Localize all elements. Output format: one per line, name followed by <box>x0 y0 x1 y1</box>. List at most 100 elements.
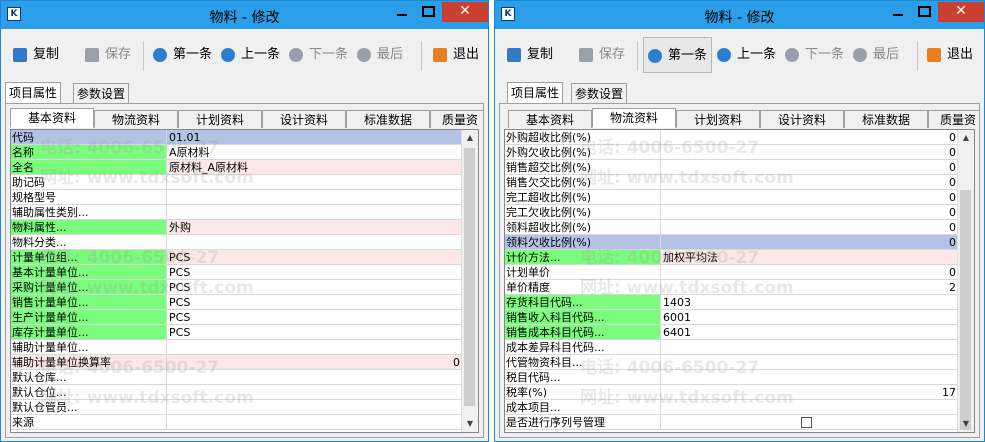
maximize-button[interactable] <box>415 2 441 22</box>
vertical-scrollbar[interactable]: ▲ ▼ <box>957 130 974 432</box>
property-value[interactable]: PCS <box>167 295 462 310</box>
property-value[interactable] <box>661 400 958 415</box>
property-value[interactable]: 加权平均法 <box>661 250 958 265</box>
tab-logistics-info[interactable]: 物流资料 <box>94 110 178 128</box>
exit-button[interactable]: 退出 <box>927 37 973 73</box>
property-row[interactable]: 来源 <box>11 415 462 430</box>
property-row[interactable]: 成本差异科目代码... <box>505 340 958 355</box>
tab-parameter-settings[interactable]: 参数设置 <box>73 83 130 103</box>
property-row[interactable]: 默认仓位... <box>11 385 462 400</box>
property-value[interactable]: PCS <box>167 250 462 265</box>
scroll-up-icon[interactable]: ▲ <box>958 130 974 146</box>
scroll-up-icon[interactable]: ▲ <box>462 130 478 146</box>
next-record-button[interactable]: 下一条 <box>785 37 844 73</box>
property-row[interactable]: 销售成本科目代码... 6401 <box>505 325 958 340</box>
tab-design-info[interactable]: 设计资料 <box>760 110 844 128</box>
scroll-down-icon[interactable]: ▼ <box>958 416 974 432</box>
property-row[interactable]: 销售超交比例(%) 0 <box>505 160 958 175</box>
scroll-down-icon[interactable]: ▼ <box>462 416 478 432</box>
scroll-thumb[interactable] <box>464 148 475 406</box>
property-value[interactable] <box>167 415 462 430</box>
property-row[interactable]: 领料欠收比例(%) 0 <box>505 235 958 250</box>
tab-standard-data[interactable]: 标准数据 <box>844 110 928 128</box>
previous-record-button[interactable]: 上一条 <box>717 37 776 73</box>
save-button[interactable]: 保存 <box>85 37 131 73</box>
tab-item-properties[interactable]: 项目属性 <box>5 82 62 104</box>
tab-planning-info[interactable]: 计划资料 <box>676 110 760 128</box>
property-row[interactable]: 外购欠收比例(%) 0 <box>505 145 958 160</box>
property-row[interactable]: 库存计量单位... PCS <box>11 325 462 340</box>
property-value[interactable]: 01.01 <box>167 130 462 145</box>
property-value[interactable]: 原材料_A原材料 <box>167 160 462 175</box>
tab-item-properties[interactable]: 项目属性 <box>507 82 564 104</box>
property-value[interactable] <box>661 340 958 355</box>
property-row[interactable]: 计量单位组... PCS <box>11 250 462 265</box>
tab-basic-info[interactable]: 基本资料 <box>10 108 94 128</box>
property-value[interactable] <box>661 370 958 385</box>
title-bar[interactable]: K 物料 - 修改 ✕ <box>1 1 488 29</box>
property-row[interactable]: 成本项目... <box>505 400 958 415</box>
property-value[interactable] <box>167 340 462 355</box>
minimize-button[interactable] <box>885 2 911 22</box>
property-value[interactable]: 0 <box>661 145 958 160</box>
property-row[interactable]: 名称 A原材料 <box>11 145 462 160</box>
property-value[interactable]: 0 <box>661 190 958 205</box>
property-value[interactable]: 0 <box>661 220 958 235</box>
property-value[interactable]: 0 <box>661 235 958 250</box>
minimize-button[interactable] <box>389 2 415 22</box>
property-row[interactable]: 是否进行序列号管理 <box>505 415 958 430</box>
property-value[interactable]: A原材料 <box>167 145 462 160</box>
property-grid[interactable]: 代码 01.01 名称 A原材料 全名 原材料_A原材料 助记码 规格型号 辅助属性类别... 物… <box>10 129 479 433</box>
property-row[interactable]: 销售欠交比例(%) 0 <box>505 175 958 190</box>
close-button[interactable]: ✕ <box>442 2 488 22</box>
property-value[interactable]: 0 <box>661 130 958 145</box>
property-value[interactable]: 2 <box>661 280 958 295</box>
property-row[interactable]: 规格型号 <box>11 190 462 205</box>
property-value[interactable]: 外购 <box>167 220 462 235</box>
exit-button[interactable]: 退出 <box>433 37 479 73</box>
property-value[interactable] <box>167 370 462 385</box>
property-row[interactable]: 代码 01.01 <box>11 130 462 145</box>
property-grid[interactable]: 外购超收比例(%) 0 外购欠收比例(%) 0 销售超交比例(%) 0 销售欠交比例(%) 0… <box>504 129 975 433</box>
property-value[interactable] <box>661 355 958 370</box>
first-record-button[interactable]: 第一条 <box>643 37 713 73</box>
property-value[interactable]: PCS <box>167 280 462 295</box>
property-value[interactable]: 1403 <box>661 295 958 310</box>
property-row[interactable]: 存货科目代码... 1403 <box>505 295 958 310</box>
scroll-thumb[interactable] <box>960 190 971 430</box>
property-value[interactable] <box>167 205 462 220</box>
property-row[interactable]: 物料分类... <box>11 235 462 250</box>
maximize-button[interactable] <box>911 2 937 22</box>
tab-logistics-info[interactable]: 物流资料 <box>592 108 676 128</box>
tab-quality-info[interactable]: 质量资 <box>430 110 483 128</box>
property-value[interactable] <box>167 235 462 250</box>
vertical-scrollbar[interactable]: ▲ ▼ <box>461 130 478 432</box>
property-row[interactable]: 销售计量单位... PCS <box>11 295 462 310</box>
property-row[interactable]: 领料超收比例(%) 0 <box>505 220 958 235</box>
property-value[interactable]: 0 <box>661 265 958 280</box>
property-row[interactable]: 外购超收比例(%) 0 <box>505 130 958 145</box>
copy-button[interactable]: 复制 <box>507 37 553 73</box>
property-value[interactable] <box>167 190 462 205</box>
property-row[interactable]: 基本计量单位... PCS <box>11 265 462 280</box>
previous-record-button[interactable]: 上一条 <box>221 37 280 73</box>
property-row[interactable]: 采购计量单位... PCS <box>11 280 462 295</box>
property-row[interactable]: 辅助属性类别... <box>11 205 462 220</box>
property-row[interactable]: 单价精度 2 <box>505 280 958 295</box>
last-record-button[interactable]: 最后 <box>357 37 403 73</box>
save-button[interactable]: 保存 <box>579 37 625 73</box>
property-row[interactable]: 辅助计量单位... <box>11 340 462 355</box>
property-row[interactable]: 税率(%) 17 <box>505 385 958 400</box>
property-row[interactable]: 助记码 <box>11 175 462 190</box>
property-value[interactable]: 0 <box>167 355 462 370</box>
property-row[interactable]: 生产计量单位... PCS <box>11 310 462 325</box>
tab-parameter-settings[interactable]: 参数设置 <box>571 83 628 103</box>
property-value[interactable]: 0 <box>661 205 958 220</box>
property-value[interactable]: 17 <box>661 385 958 400</box>
property-value[interactable]: PCS <box>167 325 462 340</box>
property-value[interactable]: PCS <box>167 265 462 280</box>
property-value[interactable]: PCS <box>167 310 462 325</box>
tab-design-info[interactable]: 设计资料 <box>262 110 346 128</box>
first-record-button[interactable]: 第一条 <box>153 37 212 73</box>
property-row[interactable]: 完工欠收比例(%) 0 <box>505 205 958 220</box>
